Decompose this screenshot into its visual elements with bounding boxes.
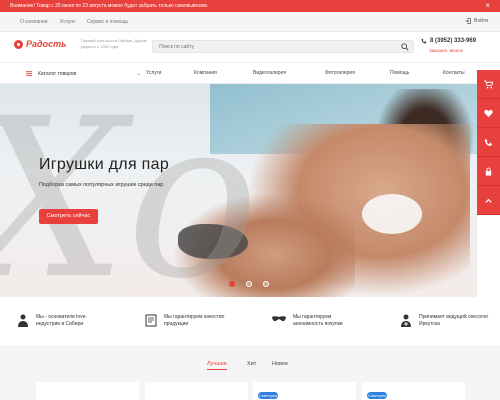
menu-icon: [26, 71, 32, 76]
feature-item: Мы гарантируем анонимность покупки: [272, 314, 363, 328]
login-link[interactable]: Войти: [465, 18, 488, 24]
doctor-icon: [401, 314, 411, 327]
tagline: Первый секс-шоп в Сибири. Дарим радость …: [81, 38, 147, 49]
recommend-badge: Советуем: [367, 392, 387, 399]
logo[interactable]: Радость: [14, 39, 66, 49]
nav-item-company[interactable]: Компания: [194, 70, 217, 76]
nav-item-services[interactable]: Услуги: [146, 70, 161, 76]
person-icon: [18, 314, 28, 327]
certificate-icon: [145, 314, 157, 327]
cart-button[interactable]: [477, 70, 500, 99]
phone-text: 8 (3952) 333-969: [430, 38, 477, 44]
product-card[interactable]: [145, 382, 248, 400]
catalog-menu[interactable]: Каталог товаров ⌄: [26, 70, 141, 77]
lock-icon: [485, 167, 492, 176]
alert-bar: Внимание! Товар с 25 июня по 23 августа …: [0, 0, 500, 12]
logo-icon: [14, 39, 23, 49]
slider-dot-2[interactable]: [246, 281, 252, 287]
hero-subtitle: Подборка самых популярных игрушек среди …: [39, 182, 164, 188]
mask-icon: [272, 316, 286, 322]
product-card[interactable]: [36, 382, 139, 400]
recommend-badge: Советуем: [258, 392, 278, 399]
tab-hit[interactable]: Хит: [247, 361, 256, 367]
contact-block: 8 (3952) 333-969 Заказать звонок: [421, 38, 476, 53]
alert-text: Внимание! Товар с 25 июня по 23 августа …: [10, 3, 209, 9]
slider-dot-1[interactable]: [229, 281, 235, 287]
tab-new[interactable]: Новое: [272, 361, 288, 367]
phone-icon: [421, 38, 427, 44]
feature-text: Мы - основатели love-индустрии в Сибири: [36, 314, 88, 327]
feature-item: Принимает ведущий сексолог Иркутска: [400, 314, 489, 328]
nav-item-help[interactable]: Помощь: [390, 70, 409, 76]
header: Радость Первый секс-шоп в Сибири. Дарим …: [0, 32, 500, 62]
catalog-label: Каталог товаров: [38, 70, 77, 77]
hero-title: Игрушки для пар: [39, 156, 170, 173]
chevron-up-icon: [485, 198, 492, 203]
feature-item: Мы гарантируем качество продукции: [145, 314, 234, 328]
nav-item-photo[interactable]: Фотогалерея: [325, 70, 355, 76]
nav-item-contacts[interactable]: Контакты: [443, 70, 465, 76]
phone-icon: [484, 138, 493, 146]
cart-icon: [484, 79, 493, 88]
product-tabs: Лучшее Хит Новое Советуем Советуем: [0, 345, 500, 400]
hero-slider: Xo Игрушки для пар Подборка самых популя…: [0, 84, 477, 297]
hero-photo-detail: [362, 194, 422, 234]
utility-bar: О компании Услуги Сервис и помощь Войти: [0, 12, 500, 32]
scroll-top-button[interactable]: [477, 186, 500, 215]
nav-item-video[interactable]: Видеогалерея: [253, 70, 286, 76]
feature-text: Мы гарантируем анонимность покупки: [293, 314, 343, 327]
account-button[interactable]: [477, 157, 500, 186]
tab-best[interactable]: Лучшее: [207, 361, 227, 370]
favorites-button[interactable]: [477, 99, 500, 128]
callback-link[interactable]: Заказать звонок: [429, 48, 476, 53]
feature-item: Мы - основатели love-индустрии в Сибири: [17, 314, 106, 328]
features-strip: Мы - основатели love-индустрии в Сибири …: [0, 297, 500, 345]
search-input[interactable]: [153, 41, 393, 52]
slider-dots: [229, 281, 269, 287]
search-icon[interactable]: [401, 43, 409, 51]
search-box: [152, 40, 414, 53]
hero-cta-button[interactable]: Смотреть сейчас: [39, 209, 98, 224]
phone-number[interactable]: 8 (3952) 333-969: [421, 38, 476, 44]
main-nav: Каталог товаров ⌄ Услуги Компания Видеог…: [0, 62, 500, 84]
logo-text: Радость: [26, 39, 67, 49]
hero-watermark: Xo: [0, 84, 260, 297]
side-panel: [477, 70, 500, 245]
heart-icon: [484, 109, 493, 117]
utility-links: О компании Услуги Сервис и помощь: [20, 19, 128, 25]
login-icon: [465, 18, 471, 24]
login-label: Войти: [474, 18, 488, 24]
feature-text: Принимает ведущий сексолог Иркутска: [419, 314, 489, 327]
call-button[interactable]: [477, 128, 500, 157]
close-icon[interactable]: ×: [485, 1, 490, 10]
slider-dot-3[interactable]: [263, 281, 269, 287]
chevron-down-icon: ⌄: [136, 71, 142, 77]
util-link-help[interactable]: Сервис и помощь: [87, 19, 128, 25]
feature-text: Мы гарантируем качество продукции: [164, 314, 225, 327]
util-link-about[interactable]: О компании: [20, 19, 48, 25]
util-link-services[interactable]: Услуги: [60, 19, 75, 25]
